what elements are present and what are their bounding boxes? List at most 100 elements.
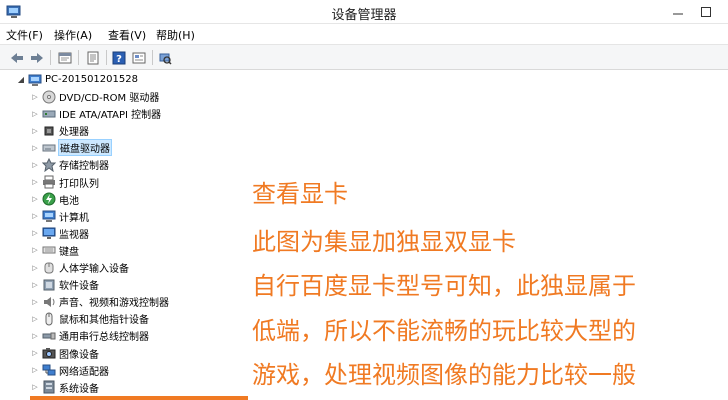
toolbar-separator: [152, 50, 153, 65]
annotation-line-3: 自行百度显卡型号可知，此独显属于: [252, 272, 636, 300]
tree-item-label: 鼠标和其他指针设备: [59, 315, 149, 327]
properties-icon[interactable]: [56, 49, 74, 66]
minimize-button[interactable]: [664, 0, 692, 24]
collapsed-arrow-icon[interactable]: ▷: [30, 332, 40, 340]
collapsed-arrow-icon[interactable]: ▷: [30, 281, 40, 289]
tree-item[interactable]: ▷ 处理器: [30, 122, 89, 139]
menu-bar: 文件(F) 操作(A) 查看(V) 帮助(H): [0, 25, 728, 43]
annotation-line-4: 低端，所以不能流畅的玩比较大型的: [252, 317, 636, 345]
processor-icon: [42, 124, 56, 138]
collapsed-arrow-icon[interactable]: ▷: [30, 229, 40, 237]
collapsed-arrow-icon[interactable]: ▷: [30, 178, 40, 186]
tree-item-label: DVD/CD-ROM 驱动器: [59, 93, 160, 104]
forward-icon[interactable]: [28, 49, 46, 66]
annotation-line-1: 查看显卡: [252, 180, 348, 208]
collapsed-arrow-icon[interactable]: ▷: [30, 110, 40, 118]
tree-item-label: 计算机: [59, 212, 89, 224]
annotation-line-2: 此图为集显加独显双显卡: [252, 228, 516, 256]
maximize-button[interactable]: [692, 0, 720, 24]
tree-item-label: 处理器: [59, 127, 89, 139]
collapsed-arrow-icon[interactable]: ▷: [30, 144, 40, 152]
highlight-bar: [30, 396, 248, 400]
annotation-line-5: 游戏，处理视频图像的能力比较一般: [252, 361, 636, 389]
tree-item-label: 软件设备: [59, 281, 99, 293]
back-icon[interactable]: [8, 49, 26, 66]
tree-item[interactable]: ▷ 通用串行总线控制器: [30, 327, 149, 344]
tree-item-label: 键盘: [59, 246, 79, 258]
mouse-icon: [42, 312, 56, 326]
toolbar-separator: [50, 50, 51, 65]
tree-item-label: 网络适配器: [59, 366, 109, 378]
tree-item[interactable]: ▷ 打印队列: [30, 174, 99, 191]
system-device-icon: [42, 380, 56, 394]
tree-item[interactable]: ▷ 监视器: [30, 225, 89, 242]
tree-item-label: 人体学输入设备: [59, 264, 129, 275]
tree-item-label: 声音、视频和游戏控制器: [59, 298, 169, 310]
toolbar-separator: [106, 50, 107, 65]
tree-item-label: 通用串行总线控制器: [59, 332, 149, 344]
tree-item[interactable]: ▷ 人体学输入设备: [30, 259, 129, 276]
collapsed-arrow-icon[interactable]: ▷: [30, 383, 40, 391]
tree-item[interactable]: ▷ 存储控制器: [30, 156, 109, 173]
hid-icon: [42, 261, 56, 275]
toolbar-separator: [78, 50, 79, 65]
menu-file[interactable]: 文件(F): [6, 27, 43, 43]
device-view-icon[interactable]: [130, 49, 148, 66]
monitor-icon: [42, 226, 56, 240]
collapsed-arrow-icon[interactable]: ▷: [30, 349, 40, 357]
toolbar: ?: [0, 44, 728, 70]
collapsed-arrow-icon[interactable]: ▷: [30, 315, 40, 323]
tree-item[interactable]: ▷ 声音、视频和游戏控制器: [30, 293, 169, 310]
collapsed-arrow-icon[interactable]: ▷: [30, 161, 40, 169]
tree-item[interactable]: ▷ 磁盘驱动器: [30, 139, 112, 157]
collapsed-arrow-icon[interactable]: ▷: [30, 127, 40, 135]
window-title: 设备管理器: [331, 8, 397, 23]
tree-item[interactable]: ▷ 网络适配器: [30, 362, 109, 379]
tree-item[interactable]: ▷ DVD/CD-ROM 驱动器: [30, 88, 159, 105]
view-icon[interactable]: [84, 49, 102, 66]
svg-text:?: ?: [116, 54, 122, 65]
tree-item-label: IDE ATA/ATAPI 控制器: [59, 110, 162, 122]
computer-icon: [42, 209, 56, 223]
dvd-icon: [42, 90, 56, 104]
collapsed-arrow-icon[interactable]: ▷: [30, 212, 40, 220]
tree-item-label: 打印队列: [59, 178, 99, 190]
network-icon: [42, 363, 56, 377]
collapsed-arrow-icon[interactable]: ▷: [30, 298, 40, 306]
tree-item-label: 存储控制器: [59, 161, 109, 173]
collapsed-arrow-icon[interactable]: ▷: [30, 246, 40, 254]
tree-root[interactable]: ◢ PC-201501201528: [16, 71, 138, 88]
tree-item-label: 磁盘驱动器: [58, 139, 112, 157]
collapsed-arrow-icon[interactable]: ▷: [30, 366, 40, 374]
sound-icon: [42, 295, 56, 309]
tree-item[interactable]: ▷ 键盘: [30, 242, 79, 259]
printer-icon: [42, 175, 56, 189]
title-bar: 设备管理器: [0, 0, 728, 24]
tree-item[interactable]: ▷ 电池: [30, 191, 79, 208]
keyboard-icon: [42, 243, 56, 257]
menu-view[interactable]: 查看(V): [108, 27, 146, 43]
tree-item[interactable]: ▷ 软件设备: [30, 276, 99, 293]
tree-root-label: PC-201501201528: [45, 74, 138, 85]
collapsed-arrow-icon[interactable]: ▷: [30, 195, 40, 203]
tree-item[interactable]: ▷ 系统设备: [30, 379, 99, 396]
tree-item[interactable]: ▷ 鼠标和其他指针设备: [30, 310, 149, 327]
help-icon[interactable]: ?: [110, 49, 128, 66]
computer-icon: [28, 73, 42, 87]
tree-item[interactable]: ▷ 图像设备: [30, 345, 99, 362]
battery-icon: [42, 192, 56, 206]
collapsed-arrow-icon[interactable]: ▷: [30, 93, 40, 101]
menu-help[interactable]: 帮助(H): [156, 27, 195, 43]
tree-item-label: 监视器: [59, 229, 89, 241]
tree-item[interactable]: ▷ 计算机: [30, 208, 89, 225]
tree-item-label: 系统设备: [59, 383, 99, 395]
scan-hardware-icon[interactable]: [156, 49, 174, 66]
usb-icon: [42, 329, 56, 343]
tree-item-label: 电池: [59, 195, 79, 207]
tree-item[interactable]: ▷ IDE ATA/ATAPI 控制器: [30, 105, 161, 122]
disk-drive-icon: [42, 141, 56, 155]
ide-controller-icon: [42, 107, 56, 121]
collapsed-arrow-icon[interactable]: ▷: [30, 264, 40, 272]
expanded-arrow-icon[interactable]: ◢: [16, 75, 26, 84]
menu-action[interactable]: 操作(A): [54, 27, 92, 43]
